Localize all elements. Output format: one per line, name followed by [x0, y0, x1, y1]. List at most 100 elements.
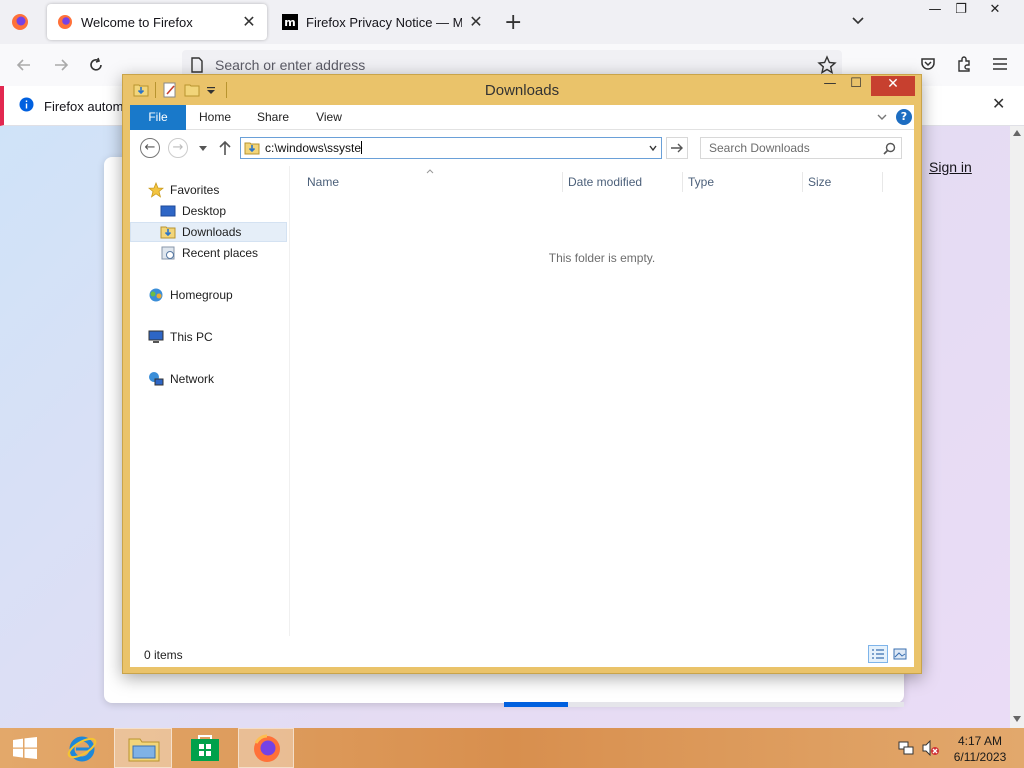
- mozilla-favicon-icon: m: [282, 14, 298, 30]
- network-tray-icon[interactable]: [898, 740, 914, 756]
- explorer-close-icon[interactable]: ✕: [871, 76, 915, 96]
- details-view-icon: [872, 649, 884, 659]
- back-arrow-icon[interactable]: [13, 54, 35, 76]
- ribbon-tab-file[interactable]: File: [130, 105, 186, 130]
- column-type[interactable]: Type: [688, 175, 714, 189]
- list-all-tabs-icon[interactable]: [850, 12, 866, 28]
- new-tab-icon[interactable]: +: [504, 10, 522, 35]
- column-separator[interactable]: [682, 172, 683, 192]
- taskbar: [0, 728, 1024, 768]
- downloads-folder-icon: [244, 142, 260, 155]
- nav-favorites[interactable]: Favorites: [130, 180, 287, 200]
- explorer-minimize-icon[interactable]: —: [817, 76, 843, 96]
- nav-this-pc-label: This PC: [170, 330, 213, 344]
- tray-clock[interactable]: 4:17 AM 6/11/2023: [950, 733, 1010, 765]
- status-bar: 0 items: [130, 641, 914, 667]
- item-count: 0 items: [144, 648, 183, 662]
- hamburger-menu-icon[interactable]: [991, 56, 1009, 72]
- back-button[interactable]: ←: [140, 138, 160, 158]
- explorer-window: Downloads — ☐ ✕ File Home Share View ? ←…: [122, 74, 922, 674]
- svg-text:m: m: [284, 16, 295, 29]
- window-title: Downloads: [484, 82, 560, 99]
- ribbon-tabs: File Home Share View ?: [130, 105, 914, 130]
- search-placeholder: Search Downloads: [709, 141, 810, 155]
- nav-item-label: Downloads: [182, 225, 242, 239]
- nav-network[interactable]: Network: [130, 369, 287, 389]
- forward-arrow-icon[interactable]: [50, 54, 72, 76]
- tab-welcome-to-firefox[interactable]: Welcome to Firefox ✕: [47, 4, 267, 40]
- start-button[interactable]: [0, 728, 50, 768]
- sign-in-link[interactable]: Sign in: [929, 159, 972, 175]
- address-input[interactable]: c:\windows\ssyste: [240, 137, 662, 159]
- ribbon-tab-view[interactable]: View: [308, 105, 350, 130]
- column-separator[interactable]: [562, 172, 563, 192]
- expand-ribbon-icon[interactable]: [876, 111, 888, 123]
- forward-button[interactable]: →: [168, 138, 188, 158]
- nav-favorites-label: Favorites: [170, 183, 220, 197]
- ribbon-tab-share[interactable]: Share: [252, 105, 294, 130]
- homegroup-icon: [149, 288, 163, 302]
- onboarding-progress: [504, 702, 904, 707]
- text-caret: [361, 141, 363, 154]
- pocket-icon[interactable]: [919, 55, 937, 73]
- tab-close-icon[interactable]: ✕: [468, 12, 484, 32]
- address-dropdown-icon[interactable]: [648, 143, 658, 153]
- nav-item-downloads[interactable]: Downloads: [130, 222, 287, 242]
- scroll-down-icon[interactable]: [1013, 716, 1021, 722]
- nav-item-desktop[interactable]: Desktop: [130, 201, 287, 221]
- network-icon: [149, 372, 164, 386]
- bookmark-star-icon[interactable]: [817, 55, 837, 75]
- large-icons-view-button[interactable]: [890, 645, 910, 663]
- empty-folder-message: This folder is empty.: [548, 251, 656, 265]
- reload-icon[interactable]: [85, 54, 107, 76]
- info-icon: [19, 97, 34, 112]
- tab-title: Welcome to Firefox: [81, 14, 193, 30]
- go-button[interactable]: [666, 137, 688, 159]
- tab-close-icon[interactable]: ✕: [241, 12, 257, 32]
- volume-muted-icon[interactable]: [922, 740, 940, 756]
- help-icon[interactable]: ?: [896, 109, 912, 125]
- page-scrollbar[interactable]: [1010, 126, 1024, 728]
- nav-item-recent-places[interactable]: Recent places: [130, 243, 287, 263]
- sort-up-icon: [426, 169, 434, 174]
- column-name[interactable]: Name: [307, 175, 339, 189]
- explorer-title-bar[interactable]: Downloads — ☐ ✕: [123, 75, 921, 105]
- nav-item-label: Recent places: [182, 246, 259, 260]
- column-date-modified[interactable]: Date modified: [568, 175, 642, 189]
- url-bar-placeholder: Search or enter address: [215, 57, 366, 73]
- scroll-up-icon[interactable]: [1013, 130, 1021, 136]
- clock-date: 6/11/2023: [953, 750, 1007, 764]
- onboarding-progress-fill: [504, 702, 568, 707]
- nav-this-pc[interactable]: This PC: [130, 327, 287, 347]
- firefox-favicon-icon: [58, 15, 72, 29]
- recent-locations-icon[interactable]: [198, 144, 208, 152]
- notification-close-icon[interactable]: ✕: [992, 94, 1005, 113]
- address-text: c:\windows\ssyste: [265, 141, 363, 155]
- close-window-icon[interactable]: ✕: [980, 2, 1010, 20]
- details-view-button[interactable]: [868, 645, 888, 663]
- taskbar-store[interactable]: [180, 728, 230, 768]
- taskbar-internet-explorer[interactable]: [58, 728, 106, 768]
- extensions-icon[interactable]: [955, 55, 973, 73]
- column-separator[interactable]: [882, 172, 883, 192]
- recent-places-icon: [161, 246, 175, 260]
- explorer-maximize-icon[interactable]: ☐: [843, 76, 869, 96]
- search-icon[interactable]: [883, 142, 896, 155]
- firefox-icon: [254, 734, 280, 762]
- computer-icon: [148, 330, 164, 343]
- tab-privacy-notice[interactable]: m Firefox Privacy Notice — Mozill ✕: [272, 4, 494, 40]
- column-separator[interactable]: [802, 172, 803, 192]
- taskbar-file-explorer[interactable]: [114, 728, 172, 768]
- up-arrow-icon[interactable]: [218, 140, 232, 156]
- large-icons-view-icon: [893, 648, 907, 660]
- taskbar-firefox[interactable]: [238, 728, 294, 768]
- go-arrow-icon: [671, 143, 683, 153]
- column-size[interactable]: Size: [808, 175, 831, 189]
- search-input[interactable]: Search Downloads: [700, 137, 902, 159]
- nav-homegroup-label: Homegroup: [170, 288, 233, 302]
- firefox-menu-icon[interactable]: [10, 12, 30, 32]
- nav-homegroup[interactable]: Homegroup: [130, 285, 287, 305]
- restore-icon[interactable]: ❐: [946, 2, 976, 20]
- downloads-folder-icon: [160, 226, 176, 239]
- ribbon-tab-home[interactable]: Home: [194, 105, 236, 130]
